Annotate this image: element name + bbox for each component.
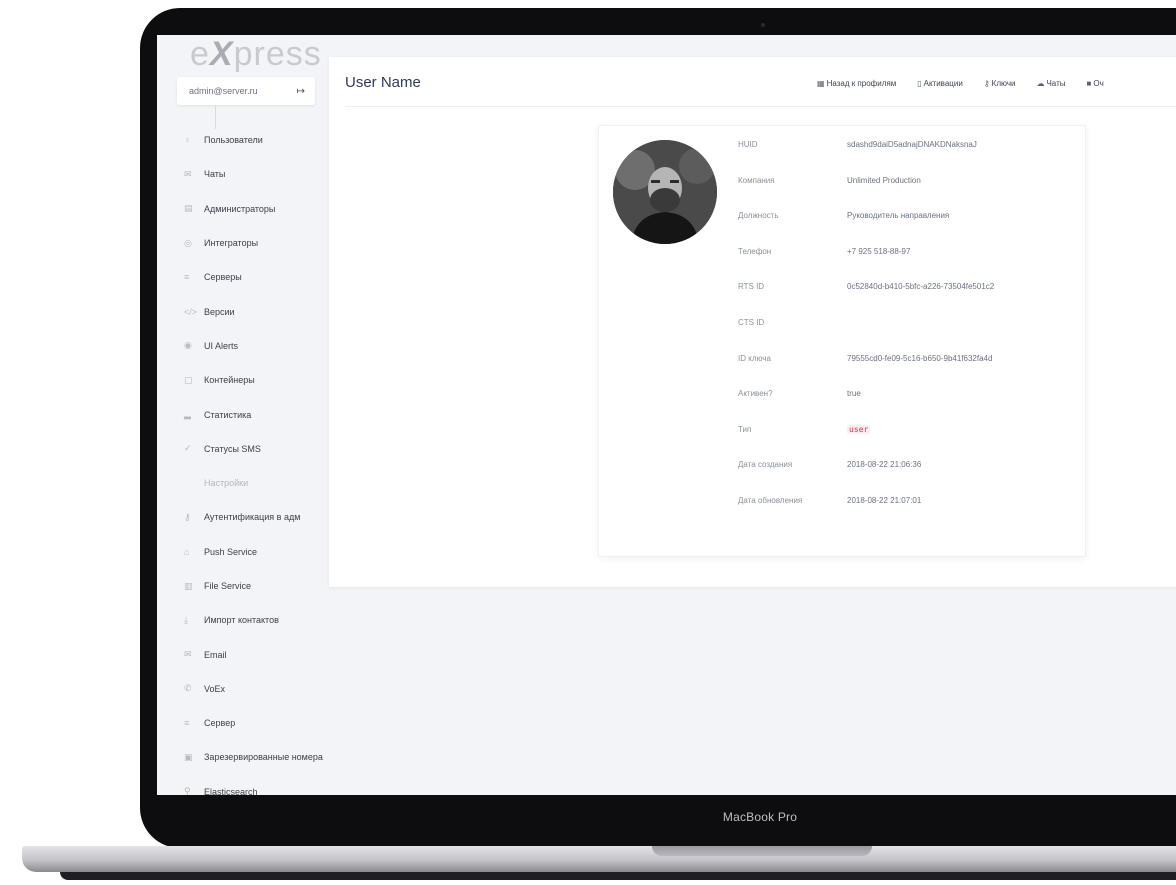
clear-link[interactable]: ■ Оч — [1087, 79, 1104, 88]
sidebar-item-import-contacts[interactable]: ⤓ Импорт контактов — [157, 603, 347, 637]
sidebar-item-versions[interactable]: </> Версии — [157, 294, 347, 328]
field-cts-id: CTS ID — [738, 317, 765, 327]
laptop-base — [22, 846, 1176, 872]
phone-icon: ✆ — [184, 683, 192, 694]
reserved-icon: ▣ — [184, 751, 193, 762]
field-rts-id: RTS ID 0c52840d-b410-5bfc-a226-73504fe501… — [738, 282, 995, 292]
alert-icon: ◉ — [184, 340, 192, 351]
admin-icon: ▤ — [184, 203, 193, 214]
profile-card: HUID sdashd9daiD5adnajDNAKDNaksnaJ Компан… — [598, 125, 1086, 557]
sidebar-item-admins[interactable]: ▤ Администраторы — [157, 192, 347, 226]
chart-icon: ▂ — [184, 409, 191, 420]
sidebar-item-server[interactable]: ≡ Сервер — [157, 706, 347, 740]
sidebar-item-containers[interactable]: ▢ Контейнеры — [157, 363, 347, 397]
chat-icon: ☁ — [1036, 79, 1045, 88]
logout-icon[interactable]: ↦ — [297, 86, 305, 97]
top-nav: ▦ Назад к профилям ▯ Активации ⚷ Ключи ☁ Чат… — [817, 79, 1125, 88]
sidebar-item-statistics[interactable]: ▂ Статистика — [157, 397, 347, 431]
sidebar-section-settings: Настройки — [204, 478, 249, 489]
sidebar-item-servers[interactable]: ≡ Серверы — [157, 260, 347, 294]
key-icon: ⚷ — [184, 511, 191, 522]
field-active: Активен? true — [738, 389, 861, 399]
clear-icon: ■ — [1086, 79, 1092, 88]
panel-divider — [345, 106, 1176, 107]
container-icon: ▢ — [184, 374, 193, 385]
servers-icon: ≡ — [184, 272, 190, 283]
laptop-notch — [652, 846, 872, 856]
user-icon: ♀ — [184, 135, 191, 146]
field-position: Должность Руководитель направления — [738, 211, 950, 221]
keys-link[interactable]: ⚷ Ключи — [984, 79, 1016, 88]
key-icon: ⚷ — [983, 79, 990, 88]
sidebar-item-integrators[interactable]: ◎ Интеграторы — [157, 226, 347, 260]
field-phone: Телефон +7 925 518-88-97 — [738, 246, 911, 256]
field-key-id: ID ключа 79555cd0-fe09-5c16-b650-9b41f632… — [738, 353, 993, 363]
page-title: User Name — [345, 74, 421, 91]
sidebar-item-push-service[interactable]: ⌂ Push Service — [157, 535, 347, 569]
type-badge: user — [847, 424, 871, 434]
back-to-profiles-link[interactable]: ▦ Назад к профилям — [817, 79, 896, 88]
chats-link[interactable]: ☁ Чаты — [1036, 79, 1065, 88]
main-panel: User Name ▦ Назад к профилям ▯ Активации ⚷… — [329, 57, 1176, 587]
sidebar-menu: ♀ Пользователи ✉ Чаты ▤ Администраторы ◎ Инт… — [157, 123, 347, 795]
chat-icon: ✉ — [184, 168, 192, 179]
mail-icon: ✉ — [184, 649, 192, 660]
account-box: admin@server.ru ↦ — [177, 77, 315, 105]
server-icon: ≡ — [184, 718, 190, 729]
sidebar-item-admin-auth[interactable]: ⚷ Аутентификация в адм — [157, 500, 347, 534]
check-icon: ✓ — [184, 443, 192, 454]
account-email: admin@server.ru — [189, 86, 258, 96]
avatar — [613, 140, 717, 244]
code-icon: </> — [184, 306, 198, 317]
bell-icon: ⌂ — [184, 546, 190, 557]
sidebar-item-elasticsearch[interactable]: ⚲ Elasticsearch — [157, 775, 347, 795]
device-label: MacBook Pro — [722, 810, 798, 824]
field-company: Компания Unlimited Production — [738, 175, 921, 185]
sidebar-item-chats[interactable]: ✉ Чаты — [157, 157, 347, 191]
sidebar-item-email[interactable]: ✉ Email — [157, 637, 347, 671]
avatar-image — [613, 140, 717, 244]
search-icon: ⚲ — [184, 786, 191, 795]
list-icon: ▦ — [817, 79, 825, 88]
integrator-icon: ◎ — [184, 237, 192, 248]
field-huid: HUID sdashd9daiD5adnajDNAKDNaksnaJ — [738, 140, 977, 149]
field-created-at: Дата создания 2018-08-22 21:06:36 — [738, 460, 922, 470]
logo: eXpress — [190, 35, 322, 73]
sidebar-item-ui-alerts[interactable]: ◉ UI Alerts — [157, 329, 347, 363]
laptop-base-shadow — [60, 872, 1176, 880]
screen: eXpress admin@server.ru ↦ ♀ Пользователи … — [157, 35, 1176, 795]
profile-fields: HUID sdashd9daiD5adnajDNAKDNaksnaJ Компан… — [738, 140, 994, 532]
field-type: Тип user — [738, 424, 871, 434]
sidebar-item-sms-statuses[interactable]: ✓ Статусы SMS — [157, 432, 347, 466]
sidebar-item-users[interactable]: ♀ Пользователи — [157, 123, 347, 157]
import-icon: ⤓ — [184, 614, 188, 625]
sidebar-item-file-service[interactable]: ▥ File Service — [157, 569, 347, 603]
activations-link[interactable]: ▯ Активации — [917, 79, 963, 88]
field-updated-at: Дата обновления 2018-08-22 21:07:01 — [738, 495, 922, 505]
sidebar: eXpress admin@server.ru ↦ ♀ Пользователи … — [157, 35, 332, 795]
file-icon: ▥ — [184, 580, 193, 591]
camera-dot — [761, 23, 765, 27]
activation-icon: ▯ — [917, 79, 922, 88]
sidebar-item-voex[interactable]: ✆ VoEx — [157, 672, 347, 706]
sidebar-item-reserved-numbers[interactable]: ▣ Зарезервированные номера — [157, 740, 347, 774]
